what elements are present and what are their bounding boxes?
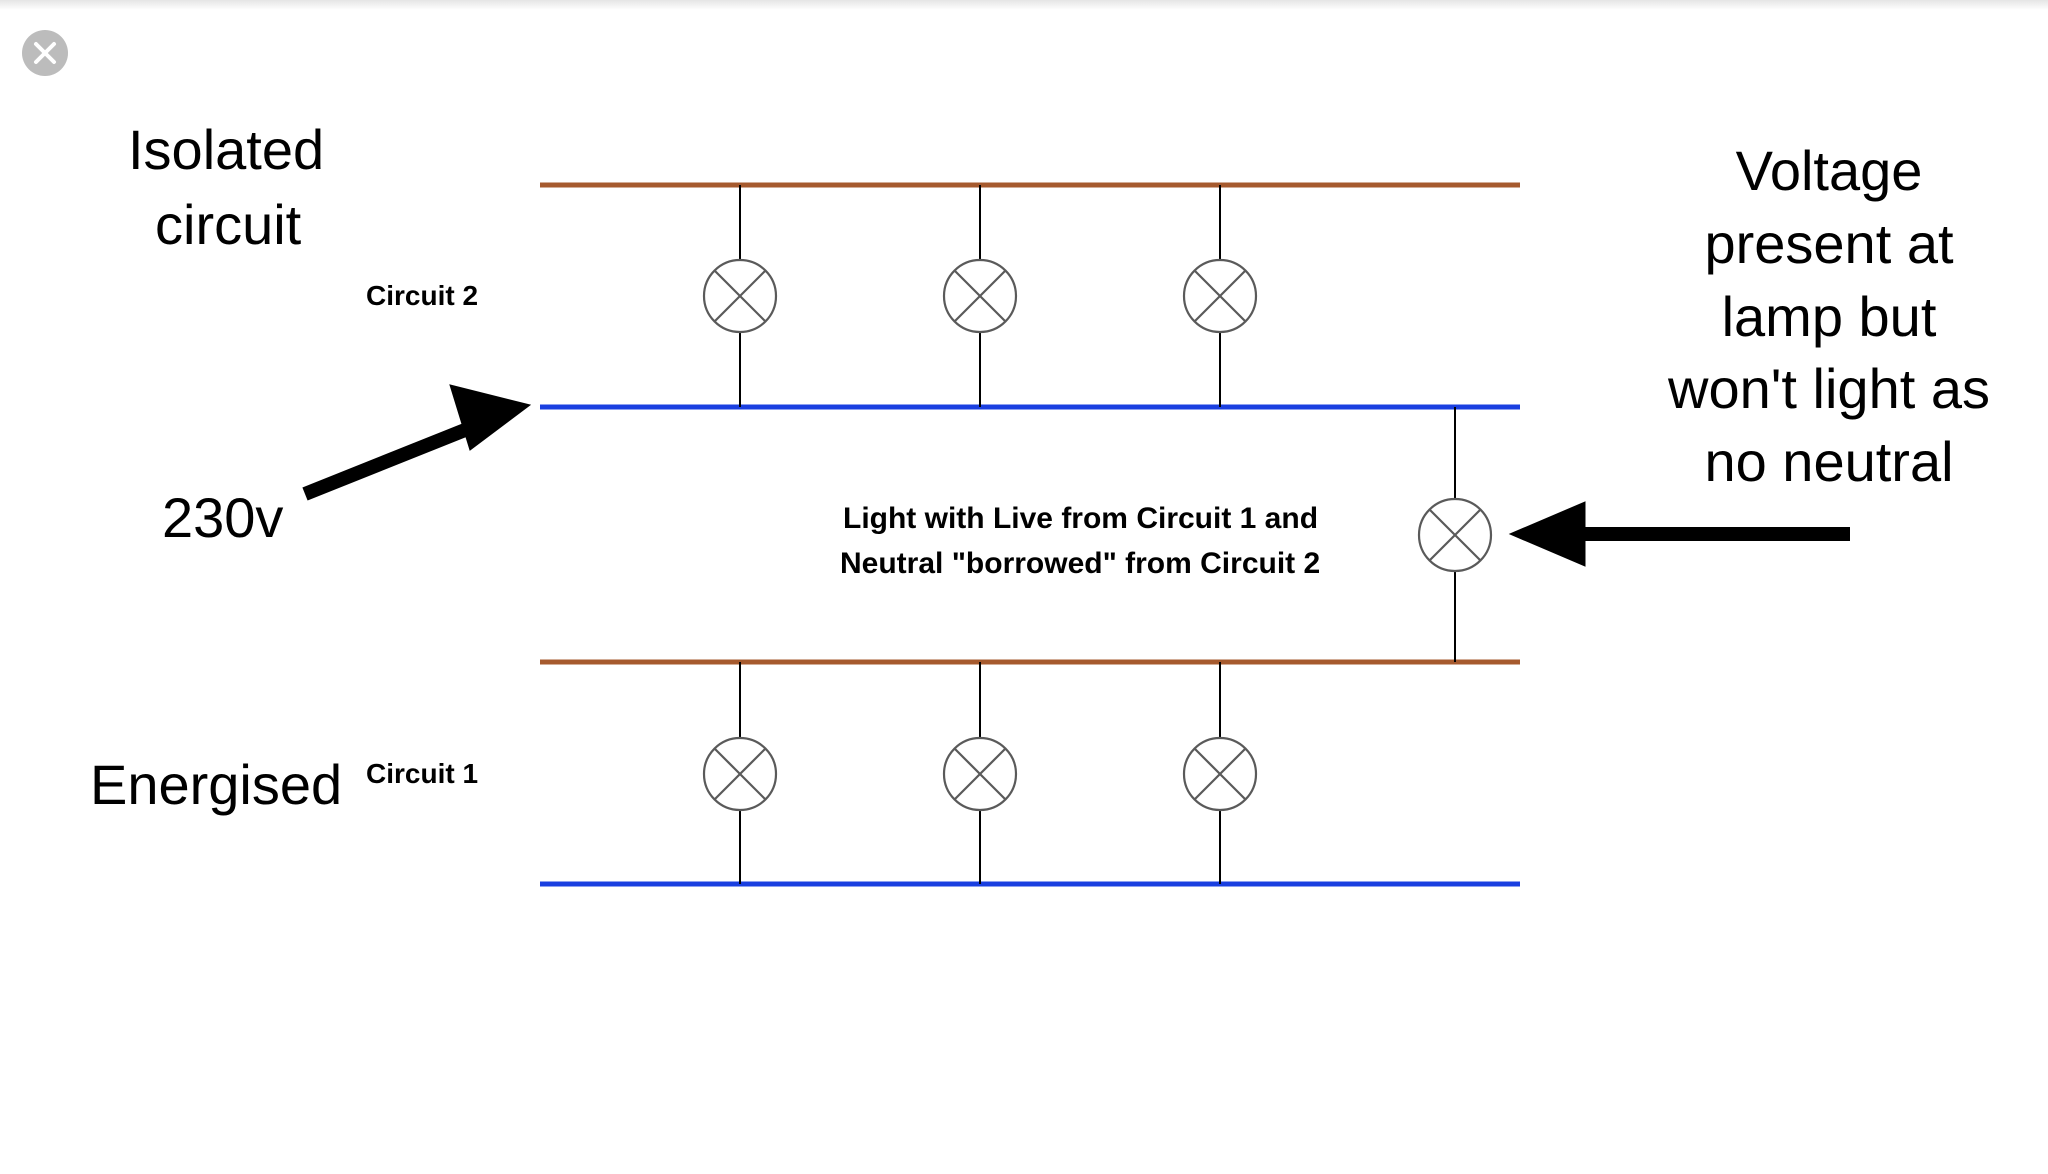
label-isolated-2: circuit	[155, 190, 301, 260]
lamp-icon	[704, 260, 776, 332]
label-energised: Energised	[90, 750, 342, 820]
lamp-icon	[1419, 499, 1491, 571]
label-right-note: Voltage present at lamp but won't light …	[1629, 135, 2029, 499]
label-center-2: Neutral "borrowed" from Circuit 2	[840, 545, 1320, 583]
label-circuit-2: Circuit 2	[366, 278, 478, 313]
lamp-icon	[944, 260, 1016, 332]
label-230v: 230v	[162, 483, 283, 553]
label-isolated-1: Isolated	[128, 115, 324, 185]
close-icon	[32, 40, 58, 66]
lamp-icon	[1184, 260, 1256, 332]
arrow-230v	[305, 385, 530, 494]
top-shadow	[0, 0, 2048, 10]
close-button[interactable]	[22, 30, 68, 76]
arrow-right-note	[1510, 502, 1850, 566]
lamp-icon	[944, 738, 1016, 810]
lamp-icon	[1184, 738, 1256, 810]
label-circuit-1: Circuit 1	[366, 756, 478, 791]
lamp-icon	[704, 738, 776, 810]
label-center-1: Light with Live from Circuit 1 and	[843, 500, 1318, 538]
